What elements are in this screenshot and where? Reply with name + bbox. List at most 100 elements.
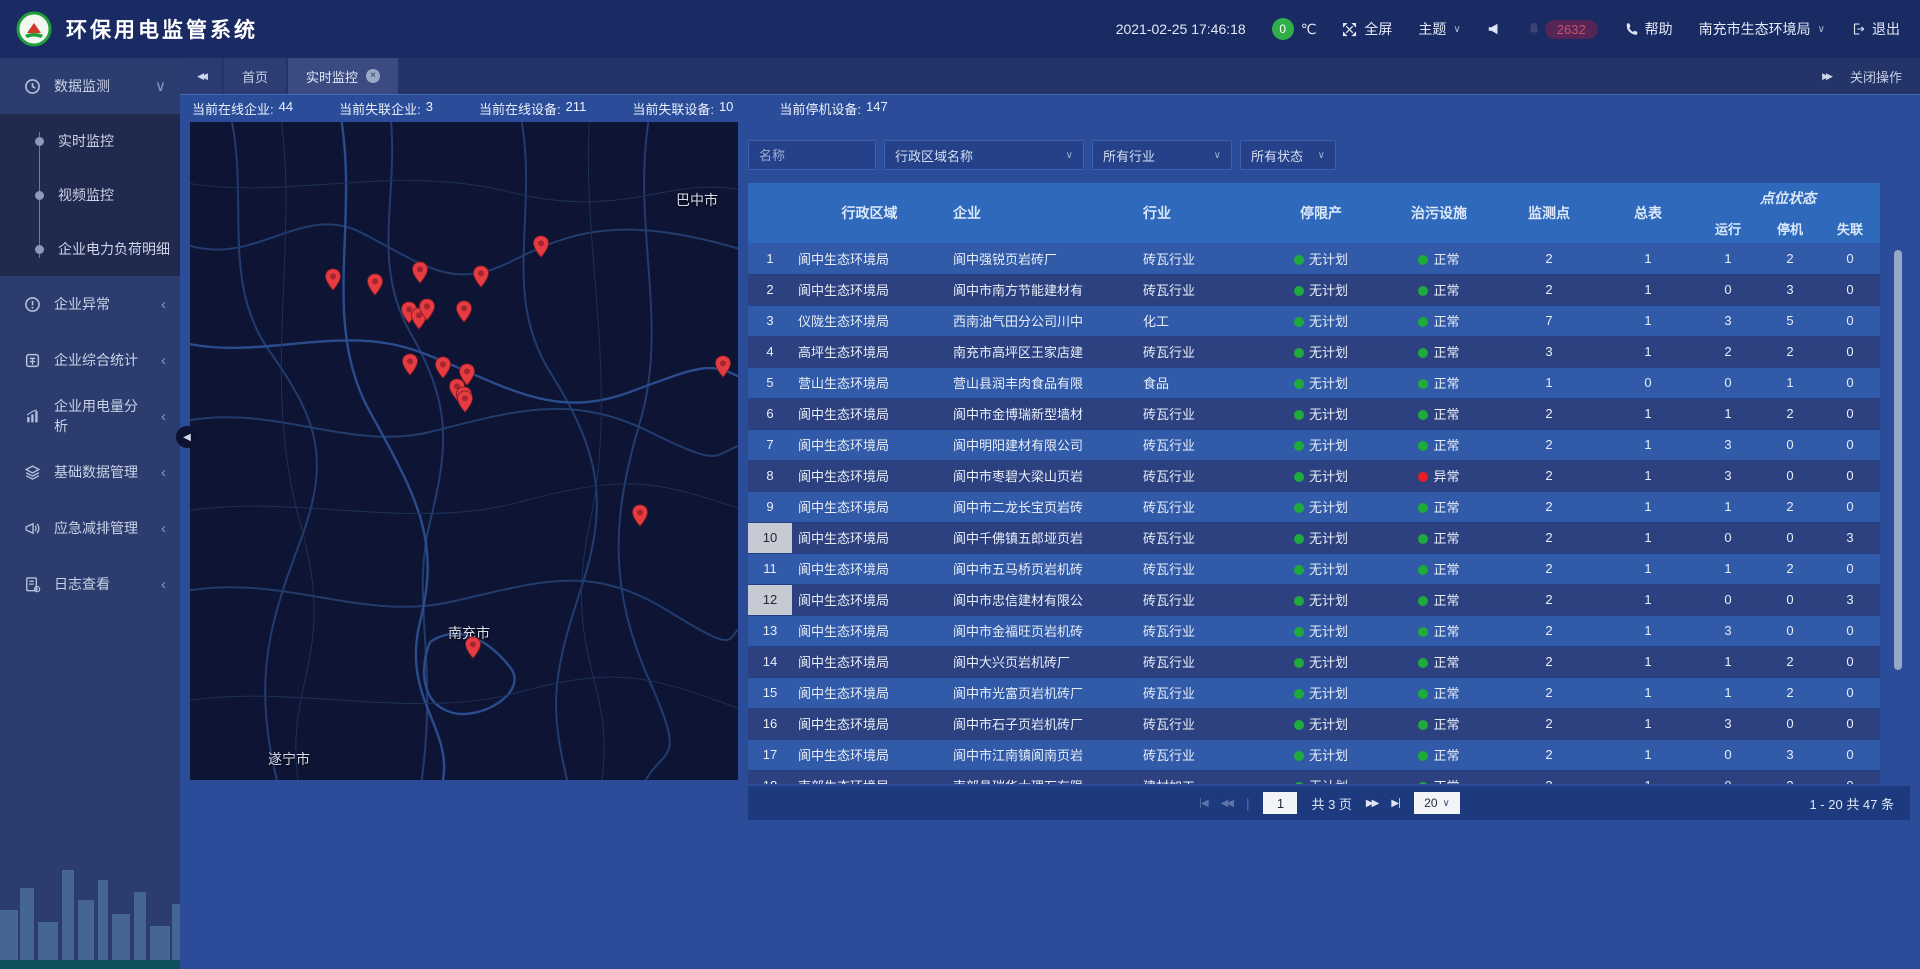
theme-dropdown[interactable]: 主题 ∨ — [1418, 19, 1460, 39]
table-row[interactable]: 10 阆中生态环境局 阆中千佛镇五郎垭页岩 砖瓦行业 无计划 正常 2 1 0 … — [748, 522, 1880, 553]
chevron-down-icon: ∨ — [1318, 150, 1325, 161]
row-industry: 砖瓦行业 — [1137, 460, 1262, 491]
map-pin-icon[interactable] — [456, 390, 474, 413]
map-pin-icon[interactable] — [324, 268, 342, 291]
table-row[interactable]: 15 阆中生态环境局 阆中市光富页岩机砖厂 砖瓦行业 无计划 正常 2 1 1 … — [748, 677, 1880, 708]
row-meter: 1 — [1600, 708, 1696, 739]
notifications[interactable]: 2632 — [1527, 20, 1598, 39]
pagination-bar: ∣◀ ◀◀ | 共 3 页 ▶▶ ▶∣ 20 ∨ 1 - 20 共 47 条 — [748, 786, 1910, 820]
table-row[interactable]: 1 阆中生态环境局 阆中强锐页岩砖厂 砖瓦行业 无计划 正常 2 1 1 2 0 — [748, 243, 1880, 274]
table-row[interactable]: 6 阆中生态环境局 阆中市金博瑞新型墙材 砖瓦行业 无计划 正常 2 1 1 2… — [748, 398, 1880, 429]
table-scrollbar[interactable] — [1894, 250, 1902, 670]
page-size-select[interactable]: 20 ∨ — [1414, 792, 1460, 814]
row-run: 1 — [1696, 491, 1760, 522]
row-down: 3 — [1760, 770, 1820, 784]
sidebar-collapse-button[interactable]: ◀ — [176, 426, 198, 448]
tab-close-icon[interactable]: × — [366, 69, 380, 83]
tab-realtime-monitor[interactable]: 实时监控 × — [288, 58, 398, 94]
logout-button[interactable]: 退出 — [1851, 19, 1900, 39]
table-row[interactable]: 17 阆中生态环境局 阆中市江南镇阆南页岩 砖瓦行业 无计划 正常 2 1 0 … — [748, 739, 1880, 770]
table-row[interactable]: 11 阆中生态环境局 阆中市五马桥页岩机砖 砖瓦行业 无计划 正常 2 1 1 … — [748, 553, 1880, 584]
region-select[interactable]: 行政区域名称 ∨ — [884, 140, 1084, 170]
fullscreen-button[interactable]: 全屏 — [1342, 19, 1392, 39]
row-run: 3 — [1696, 460, 1760, 491]
sidebar-item-power-load-detail[interactable]: 企业电力负荷明细 — [0, 222, 180, 276]
sidebar: 数据监测 ∨ 实时监控 视频监控 企业电力负荷明细 企业异常 ‹ 企业综合统计 … — [0, 58, 180, 969]
row-meter: 1 — [1600, 336, 1696, 367]
row-stop-status: 无计划 — [1262, 305, 1380, 336]
row-points: 1 — [1498, 367, 1600, 398]
table-row[interactable]: 12 阆中生态环境局 阆中市忠信建材有限公 砖瓦行业 无计划 正常 2 1 0 … — [748, 584, 1880, 615]
close-operations-button[interactable]: 关闭操作 — [1850, 67, 1902, 86]
status-dot-green — [1294, 658, 1304, 668]
sidebar-item-emergency-reduction[interactable]: 应急减排管理 ‹ — [0, 500, 180, 556]
row-region: 阆中生态环境局 — [792, 553, 947, 584]
map-pin-icon[interactable] — [464, 636, 482, 659]
table-row[interactable]: 16 阆中生态环境局 阆中市石子页岩机砖厂 砖瓦行业 无计划 正常 2 1 3 … — [748, 708, 1880, 739]
map-pin-icon[interactable] — [411, 261, 429, 284]
chevron-down-icon: ∨ — [1214, 150, 1221, 161]
table-row[interactable]: 13 阆中生态环境局 阆中市金福旺页岩机砖 砖瓦行业 无计划 正常 2 1 3 … — [748, 615, 1880, 646]
table-row[interactable]: 4 高坪生态环境局 南充市高坪区王家店建 砖瓦行业 无计划 正常 3 1 2 2… — [748, 336, 1880, 367]
map-pin-icon[interactable] — [418, 298, 436, 321]
table-row[interactable]: 9 阆中生态环境局 阆中市二龙长宝页岩砖 砖瓦行业 无计划 正常 2 1 1 2… — [748, 491, 1880, 522]
org-dropdown[interactable]: 南充市生态环境局 ∨ — [1699, 19, 1825, 39]
tabs-scroll-left-button[interactable]: ◀◀ — [180, 58, 222, 94]
bar-chart-icon — [24, 408, 41, 425]
name-search-input[interactable] — [748, 140, 876, 170]
page-number-input[interactable] — [1263, 792, 1297, 814]
status-dot — [1418, 348, 1428, 358]
next-page-icon[interactable]: ▶▶ — [1366, 798, 1377, 809]
tab-home[interactable]: 首页 — [224, 58, 286, 94]
status-dot-green — [1294, 534, 1304, 544]
sidebar-item-data-monitor[interactable]: 数据监测 ∨ — [0, 58, 180, 114]
map-panel[interactable]: 巴中市 南充市 遂宁市 — [190, 122, 738, 780]
sidebar-item-log-view[interactable]: 日志查看 ‹ — [0, 556, 180, 612]
table-row[interactable]: 14 阆中生态环境局 阆中大兴页岩机砖厂 砖瓦行业 无计划 正常 2 1 1 2… — [748, 646, 1880, 677]
prev-page-icon[interactable]: ◀◀ — [1221, 798, 1232, 809]
help-button[interactable]: 帮助 — [1624, 19, 1673, 39]
sidebar-item-company-statistics[interactable]: 企业综合统计 ‹ — [0, 332, 180, 388]
double-right-arrow-icon[interactable]: ▶▶ — [1822, 71, 1830, 82]
table-row[interactable]: 18 南部生态环境局 南部县瑞华大理石有限 建材加工 无计划 正常 2 1 0 … — [748, 770, 1880, 784]
map-pin-icon[interactable] — [714, 355, 732, 378]
row-facility-status: 正常 — [1380, 243, 1498, 274]
row-industry: 砖瓦行业 — [1137, 274, 1262, 305]
chevron-left-icon: ‹ — [161, 296, 166, 313]
sidebar-item-power-analysis[interactable]: 企业用电量分析 ‹ — [0, 388, 180, 444]
table-row[interactable]: 8 阆中生态环境局 阆中市枣碧大梁山页岩 砖瓦行业 无计划 异常 2 1 3 0… — [748, 460, 1880, 491]
status-dot-green — [1294, 286, 1304, 296]
table-row[interactable]: 3 仪陇生态环境局 西南油气田分公司川中 化工 无计划 正常 7 1 3 5 0 — [748, 305, 1880, 336]
row-stop-status: 无计划 — [1262, 553, 1380, 584]
last-page-icon[interactable]: ▶∣ — [1391, 798, 1400, 809]
map-pin-icon[interactable] — [455, 300, 473, 323]
row-company: 西南油气田分公司川中 — [947, 305, 1137, 336]
map-pin-icon[interactable] — [434, 356, 452, 379]
status-dot — [1418, 689, 1428, 699]
first-page-icon[interactable]: ∣◀ — [1198, 798, 1207, 809]
sidebar-item-company-abnormal[interactable]: 企业异常 ‹ — [0, 276, 180, 332]
sidebar-item-base-data[interactable]: 基础数据管理 ‹ — [0, 444, 180, 500]
table-row[interactable]: 2 阆中生态环境局 阆中市南方节能建材有 砖瓦行业 无计划 正常 2 1 0 3… — [748, 274, 1880, 305]
map-pin-icon[interactable] — [532, 235, 550, 258]
bottom-strip-decoration — [0, 960, 180, 969]
map-pin-icon[interactable] — [631, 504, 649, 527]
sidebar-item-video-monitor[interactable]: 视频监控 — [0, 168, 180, 222]
mute-button[interactable] — [1487, 22, 1501, 36]
table-row[interactable]: 7 阆中生态环境局 阆中明阳建材有限公司 砖瓦行业 无计划 正常 2 1 3 0… — [748, 429, 1880, 460]
table-body: 1 阆中生态环境局 阆中强锐页岩砖厂 砖瓦行业 无计划 正常 2 1 1 2 0 — [748, 243, 1880, 784]
row-facility-status: 正常 — [1380, 739, 1498, 770]
row-down: 2 — [1760, 336, 1820, 367]
map-pin-icon[interactable] — [472, 265, 490, 288]
industry-select[interactable]: 所有行业 ∨ — [1092, 140, 1232, 170]
map-pin-icon[interactable] — [366, 273, 384, 296]
status-select[interactable]: 所有状态 ∨ — [1240, 140, 1336, 170]
map-pin-icon[interactable] — [401, 353, 419, 376]
row-points: 2 — [1498, 677, 1600, 708]
row-region: 阆中生态环境局 — [792, 739, 947, 770]
table-row[interactable]: 5 营山生态环境局 营山县润丰肉食品有限 食品 无计划 正常 1 0 0 1 0 — [748, 367, 1880, 398]
row-industry: 砖瓦行业 — [1137, 429, 1262, 460]
row-meter: 1 — [1600, 429, 1696, 460]
row-run: 3 — [1696, 429, 1760, 460]
sidebar-item-realtime-monitor[interactable]: 实时监控 — [0, 114, 180, 168]
